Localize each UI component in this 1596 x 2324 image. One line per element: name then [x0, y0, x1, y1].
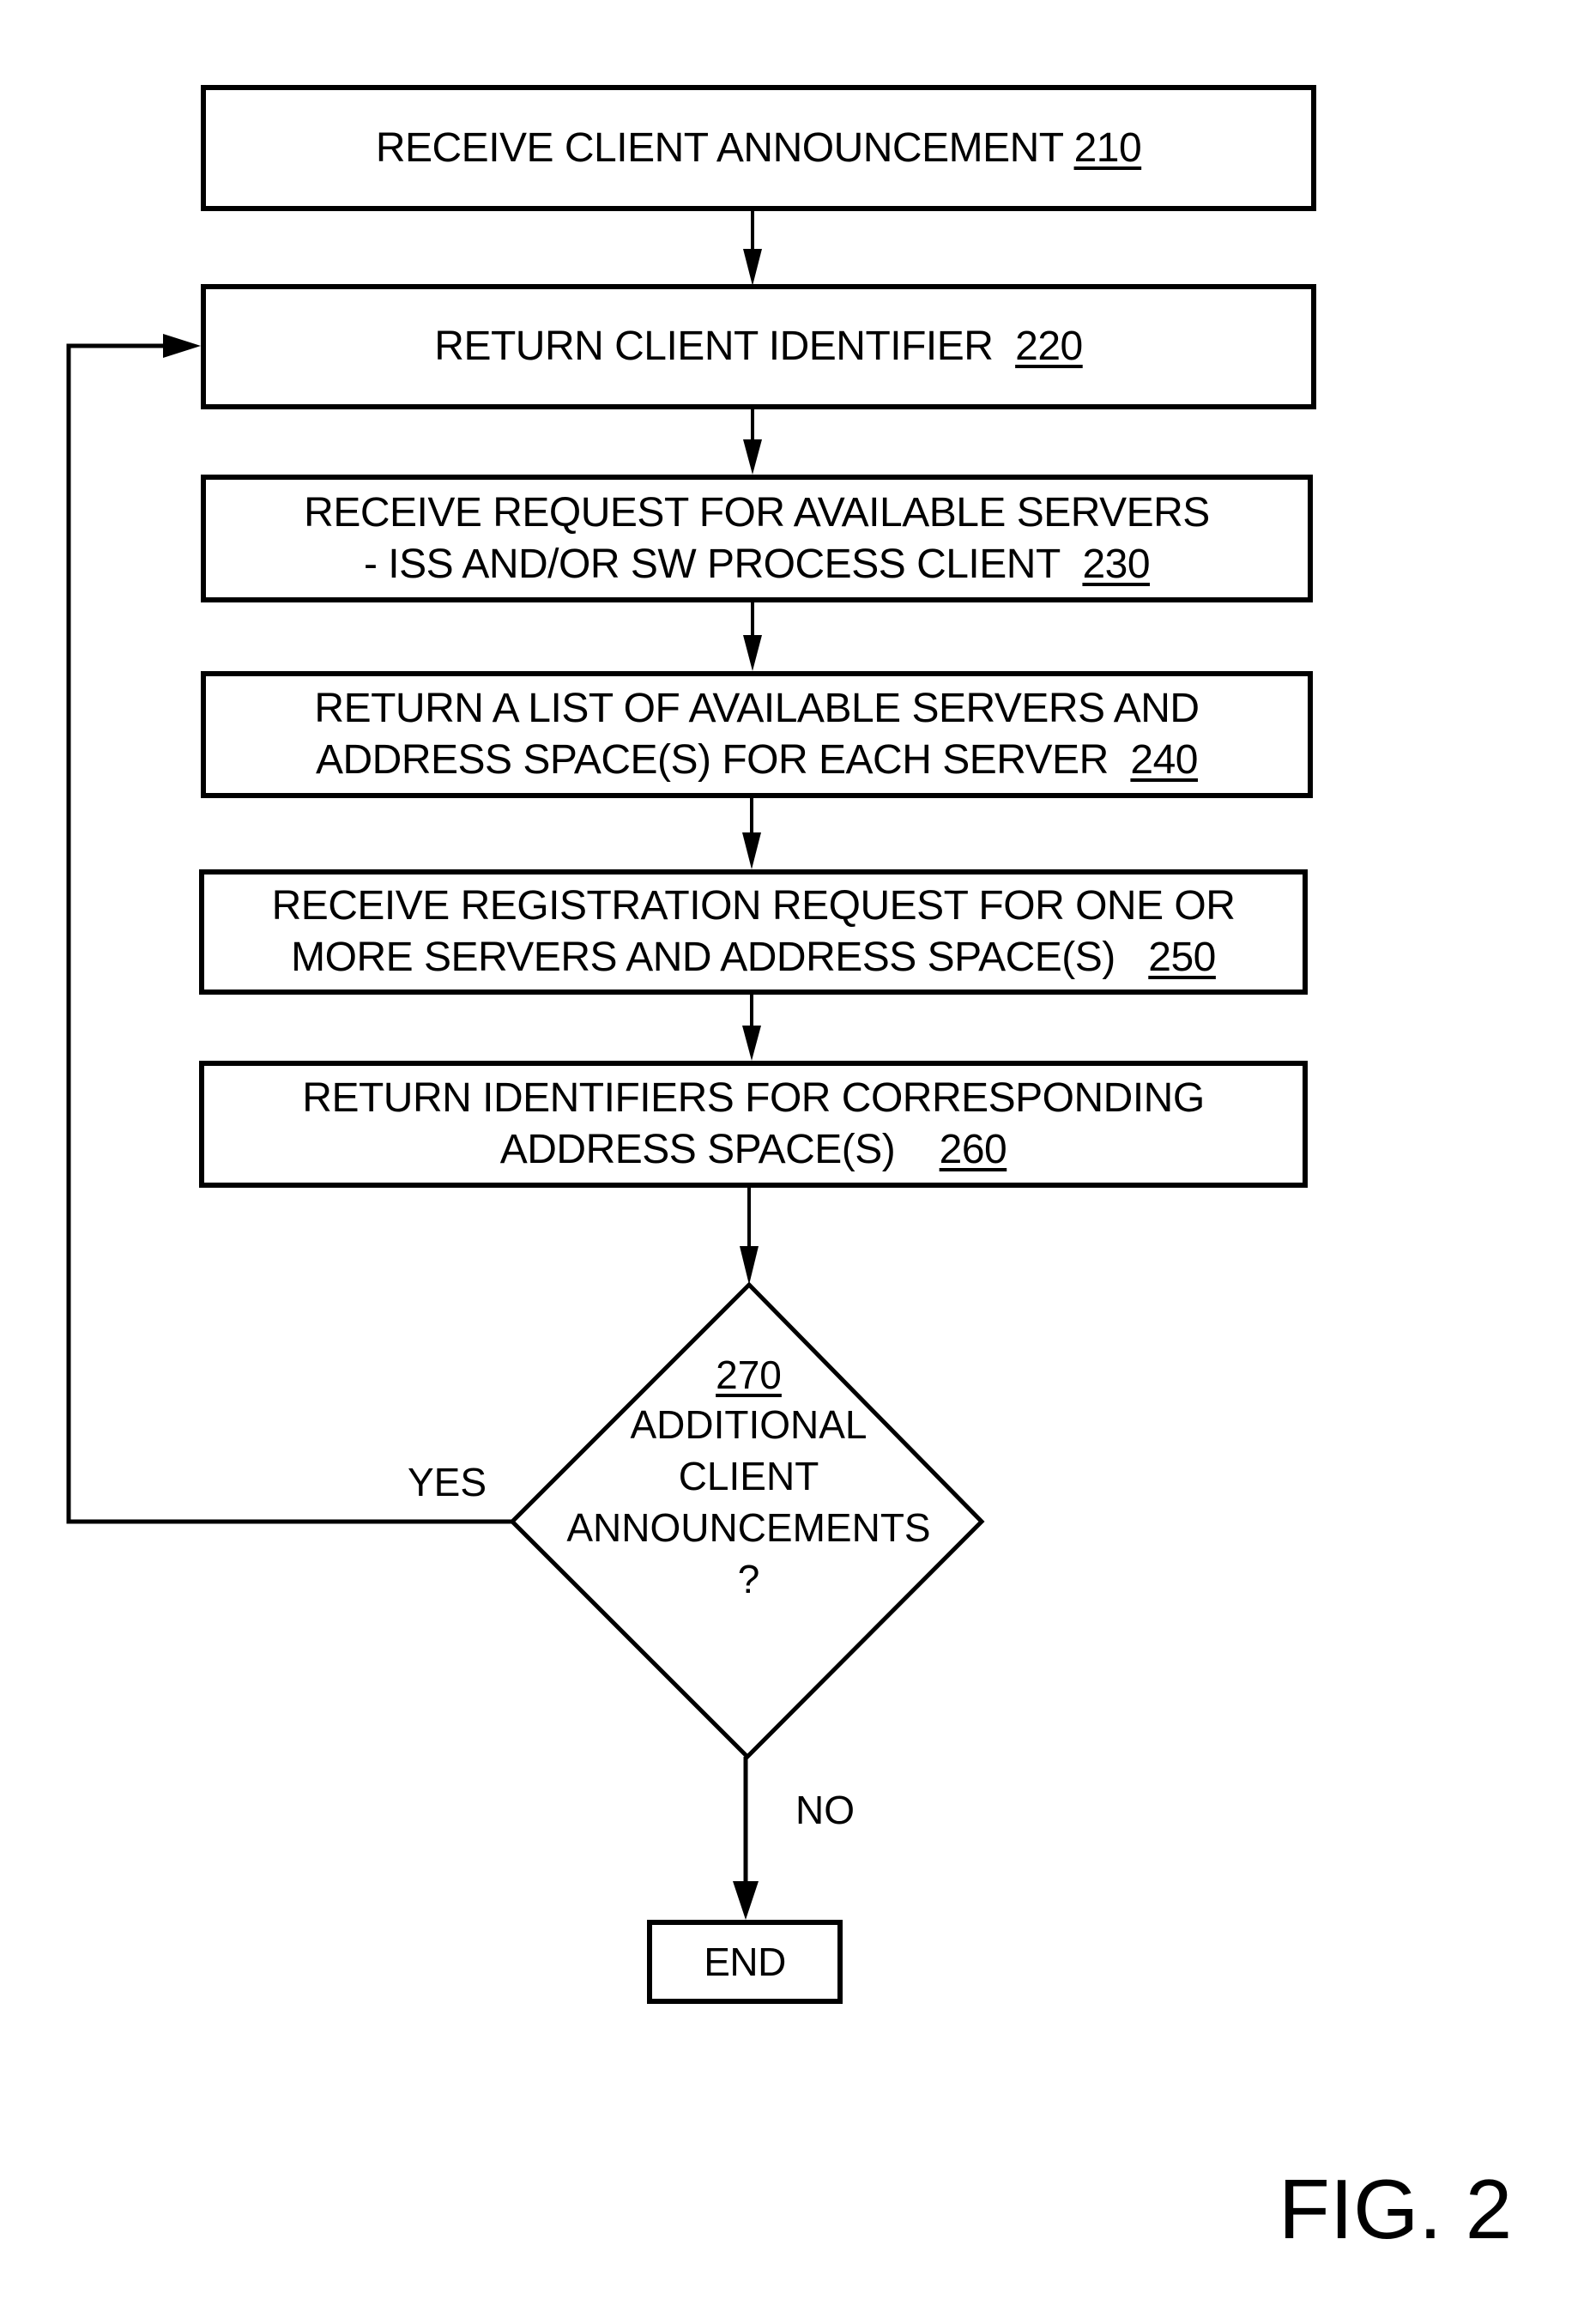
no-label: NO	[795, 1788, 855, 1832]
end-box: END	[647, 1920, 843, 2004]
decision-line-2: CLIENT	[678, 1454, 819, 1498]
step-260-line-2: ADDRESS SPACE(S)	[499, 1127, 896, 1172]
yes-label: YES	[408, 1460, 487, 1504]
step-210-box: RECEIVE CLIENT ANNOUNCEMENT 210	[201, 85, 1316, 211]
step-230-ref: 230	[1082, 541, 1151, 587]
step-250-ref: 250	[1148, 935, 1216, 980]
decision-line-1: ADDITIONAL	[630, 1402, 868, 1447]
arrowhead-yes-220	[163, 334, 201, 358]
arrowhead-260-270	[740, 1246, 759, 1285]
decision-ref: 270	[716, 1353, 782, 1397]
arrowhead-210-220	[743, 249, 762, 286]
arrowhead-270-end	[733, 1881, 759, 1920]
step-220-ref: 220	[1015, 324, 1083, 369]
step-220-box: RETURN CLIENT IDENTIFIER 220	[201, 284, 1316, 409]
step-210-ref: 210	[1073, 124, 1142, 171]
step-220-text: RETURN CLIENT IDENTIFIER	[434, 324, 994, 369]
step-210-text: RECEIVE CLIENT ANNOUNCEMENT	[375, 124, 1063, 171]
step-250-line-2: MORE SERVERS AND ADDRESS SPACE(S)	[291, 935, 1115, 980]
step-250-box: RECEIVE REGISTRATION REQUEST FOR ONE OR …	[199, 869, 1308, 995]
step-260-ref: 260	[939, 1127, 1007, 1172]
step-260-line-1: RETURN IDENTIFIERS FOR CORRESPONDING	[302, 1075, 1205, 1121]
step-230-line-1: RECEIVE REQUEST FOR AVAILABLE SERVERS	[304, 489, 1210, 536]
end-label: END	[704, 1940, 786, 1984]
arrowhead-220-230	[743, 439, 762, 475]
decision-line-4: ?	[737, 1557, 760, 1601]
arrowhead-230-240	[743, 635, 762, 671]
step-250-line-1: RECEIVE REGISTRATION REQUEST FOR ONE OR	[271, 883, 1236, 929]
step-260-box: RETURN IDENTIFIERS FOR CORRESPONDING ADD…	[199, 1061, 1308, 1188]
decision-line-3: ANNOUNCEMENTS	[566, 1505, 931, 1550]
figure-label: FIG. 2	[1279, 2162, 1513, 2256]
step-230-box: RECEIVE REQUEST FOR AVAILABLE SERVERS - …	[201, 475, 1313, 602]
arrowhead-240-250	[742, 832, 761, 869]
arrowhead-250-260	[742, 1026, 761, 1061]
step-240-ref: 240	[1130, 737, 1198, 783]
step-240-line-1: RETURN A LIST OF AVAILABLE SERVERS AND	[314, 686, 1200, 731]
step-240-line-2: ADDRESS SPACE(S) FOR EACH SERVER	[315, 737, 1109, 783]
step-240-box: RETURN A LIST OF AVAILABLE SERVERS AND A…	[201, 671, 1313, 798]
step-230-line-2: - ISS AND/OR SW PROCESS CLIENT	[363, 541, 1061, 587]
